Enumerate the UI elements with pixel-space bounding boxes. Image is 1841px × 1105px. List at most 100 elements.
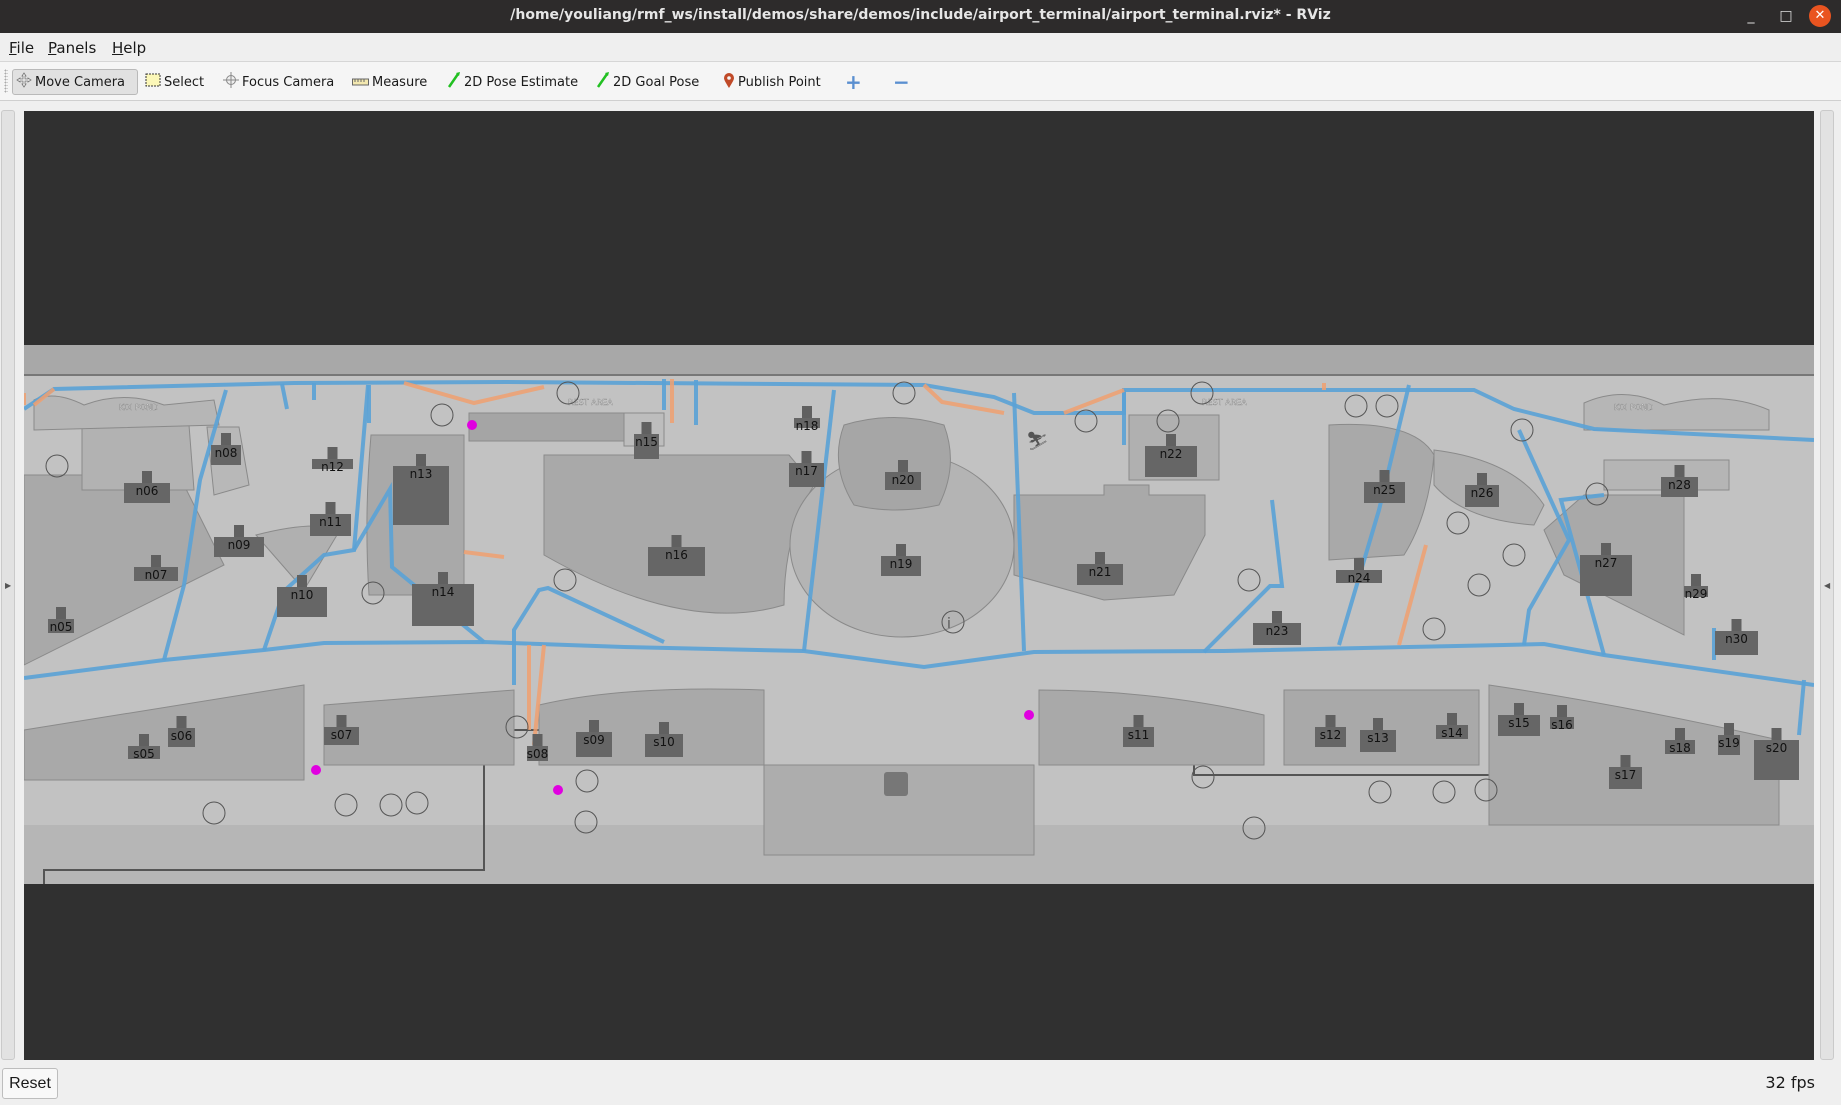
shopping-bag-icon xyxy=(176,716,187,728)
menu-file-label: ile xyxy=(16,39,35,57)
tool-focus-camera[interactable]: Focus Camera xyxy=(220,69,337,95)
store-label-text: n24 xyxy=(1348,571,1371,585)
move-camera-icon xyxy=(16,72,32,92)
shape-rest-block xyxy=(468,412,625,442)
elevator-icon xyxy=(553,568,577,592)
tv-icon xyxy=(1446,511,1470,535)
store-label-text: n27 xyxy=(1595,556,1618,570)
atm-icon xyxy=(1375,394,1399,418)
shape-n07-region xyxy=(24,474,225,666)
baby-change-icon xyxy=(1432,780,1456,804)
tool-publish-point[interactable]: Publish Point xyxy=(720,69,824,95)
airport-map: n05 n06 n07 n08 n09 n10 n11 n12 n13 n14 n15 n16 n17 n… xyxy=(24,345,1814,884)
lane-blue xyxy=(24,639,1814,687)
tool-select[interactable]: Select xyxy=(142,69,207,95)
right-dock-handle[interactable]: ◀ xyxy=(1820,110,1834,1060)
shopping-bag-icon xyxy=(1354,558,1364,570)
render-viewport[interactable]: n05 n06 n07 n08 n09 n10 n11 n12 n13 n14 n15 n16 n17 n… xyxy=(24,111,1814,1060)
robot-waypoint[interactable] xyxy=(553,785,563,795)
shopping-bag-icon xyxy=(336,715,347,727)
expand-left-icon: ▶ xyxy=(5,581,12,590)
robot-waypoint[interactable] xyxy=(1024,710,1034,720)
tool-2d-pose-estimate-label: 2D Pose Estimate xyxy=(464,74,579,90)
minimize-button[interactable]: _ xyxy=(1740,5,1762,27)
tool-move-camera[interactable]: Move Camera xyxy=(12,69,138,95)
shopping-bag-icon xyxy=(1731,619,1742,631)
tool-measure[interactable]: Measure xyxy=(349,69,430,95)
store-label-text: s16 xyxy=(1551,718,1573,732)
store-label-text: n26 xyxy=(1471,486,1494,500)
koi-pond-west-label: KOI POND xyxy=(119,403,158,412)
restaurant-icon xyxy=(297,575,307,587)
remove-tool-button[interactable]: − xyxy=(890,69,913,95)
menu-bar: File Panels Help xyxy=(0,33,1841,62)
tool-measure-label: Measure xyxy=(372,74,428,90)
left-dock-handle[interactable]: ▶ xyxy=(1,110,15,1060)
shopping-bag-icon xyxy=(802,406,812,418)
close-button[interactable]: ✕ xyxy=(1809,5,1831,27)
reset-button[interactable]: Reset xyxy=(2,1068,58,1099)
store-label-text: n07 xyxy=(145,568,168,582)
ruler-icon xyxy=(352,75,369,90)
smoking-area-icon xyxy=(45,454,69,478)
green-arrow-icon xyxy=(596,72,610,92)
feather-icon xyxy=(202,801,226,825)
store-label-text: s09 xyxy=(583,733,605,747)
store-label-text: s12 xyxy=(1320,728,1342,742)
menu-file[interactable]: File xyxy=(9,39,34,57)
robot-waypoint[interactable] xyxy=(467,420,477,430)
store-n24: n24 xyxy=(1336,558,1382,585)
store-label-text: n20 xyxy=(892,473,915,487)
restaurant-icon xyxy=(1477,473,1487,485)
store-n11: n11 xyxy=(310,502,351,536)
add-tool-button[interactable]: + xyxy=(842,69,865,95)
menu-panels[interactable]: Panels xyxy=(48,39,96,57)
shopping-bag-icon xyxy=(139,734,149,746)
store-label-text: s06 xyxy=(171,729,193,743)
shopping-bag-icon xyxy=(1771,728,1782,740)
menu-file-mnemonic: F xyxy=(9,39,17,57)
tool-2d-goal-pose-label: 2D Goal Pose xyxy=(613,74,700,90)
info-glyph: i xyxy=(947,616,951,632)
tv-icon xyxy=(1502,543,1526,567)
store-label-text: n15 xyxy=(635,435,658,449)
shopping-bag-icon xyxy=(1557,705,1567,717)
store-n12: n12 xyxy=(312,447,353,474)
store-label-text: s10 xyxy=(653,735,675,749)
toolbar-grip[interactable] xyxy=(4,69,8,93)
store-label-text: n28 xyxy=(1668,478,1691,492)
shape-koi-pond-east xyxy=(1583,394,1770,431)
store-n10: n10 xyxy=(277,575,327,617)
store-n23: n23 xyxy=(1253,611,1301,645)
restaurant-icon xyxy=(142,471,152,483)
restaurant-icon xyxy=(325,502,336,514)
store-label-text: n08 xyxy=(215,446,238,460)
shape-n06-region xyxy=(81,424,195,491)
maximize-button[interactable]: □ xyxy=(1775,5,1797,27)
kids-play-icon xyxy=(1422,617,1446,641)
restaurant-icon xyxy=(416,454,426,466)
menu-help[interactable]: Help xyxy=(112,39,146,57)
shopping-bag-icon xyxy=(1095,552,1105,564)
restaurant-icon xyxy=(221,433,231,445)
shopping-bag-icon xyxy=(1620,755,1631,767)
store-label-text: s20 xyxy=(1766,741,1788,755)
fps-counter: 32 fps xyxy=(1765,1073,1815,1092)
tool-2d-goal-pose[interactable]: 2D Goal Pose xyxy=(593,69,702,95)
rest-area-east-label: REST AREA xyxy=(1202,398,1247,407)
store-label-text: n25 xyxy=(1373,483,1396,497)
restroom-icon xyxy=(1368,780,1392,804)
shopping-bag-icon xyxy=(589,720,599,732)
escalator-icon: ⛷ xyxy=(1026,431,1049,452)
tool-publish-point-label: Publish Point xyxy=(738,74,821,90)
store-label-text: s07 xyxy=(331,728,353,742)
expand-right-icon: ◀ xyxy=(1824,581,1831,590)
robot-waypoint[interactable] xyxy=(311,765,321,775)
shape-s05-s06-row xyxy=(24,684,305,781)
baby-change-icon xyxy=(575,769,599,793)
tool-move-camera-label: Move Camera xyxy=(35,74,126,90)
store-label-text: s18 xyxy=(1669,741,1691,755)
shopping-bag-icon xyxy=(1514,703,1524,715)
window-title: /home/youliang/rmf_ws/install/demos/shar… xyxy=(510,7,1331,23)
tool-2d-pose-estimate[interactable]: 2D Pose Estimate xyxy=(444,69,581,95)
